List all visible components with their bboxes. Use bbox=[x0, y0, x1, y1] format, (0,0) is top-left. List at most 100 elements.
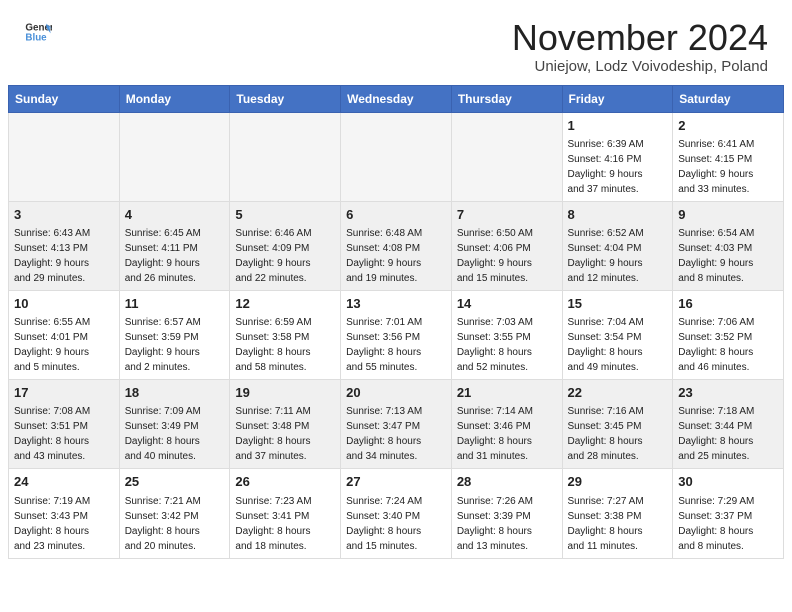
calendar-week-row: 17 Sunrise: 7:08 AM Sunset: 3:51 PM Dayli… bbox=[9, 380, 784, 469]
day-info: Sunrise: 7:03 AM Sunset: 3:55 PM Dayligh… bbox=[457, 317, 533, 373]
calendar-cell: 29 Sunrise: 7:27 AM Sunset: 3:38 PM Dayli… bbox=[562, 469, 673, 558]
calendar-cell: 7Sunrise: 6:50 AM Sunset: 4:06 PM Daylig… bbox=[451, 201, 562, 290]
calendar-cell: 13Sunrise: 7:01 AM Sunset: 3:56 PM Dayli… bbox=[341, 290, 452, 379]
day-info: Sunrise: 7:09 AM Sunset: 3:49 PM Dayligh… bbox=[125, 406, 201, 462]
calendar-cell bbox=[341, 112, 452, 201]
calendar-cell: 21 Sunrise: 7:14 AM Sunset: 3:46 PM Dayli… bbox=[451, 380, 562, 469]
day-info: Sunrise: 7:29 AM Sunset: 3:37 PM Dayligh… bbox=[678, 496, 754, 552]
calendar-cell: 3Sunrise: 6:43 AM Sunset: 4:13 PM Daylig… bbox=[9, 201, 120, 290]
day-number: 25 bbox=[125, 473, 225, 491]
day-number: 8 bbox=[568, 206, 668, 224]
day-number: 18 bbox=[125, 384, 225, 402]
day-info: Sunrise: 6:52 AM Sunset: 4:04 PM Dayligh… bbox=[568, 228, 644, 284]
weekday-header-thursday: Thursday bbox=[451, 85, 562, 112]
day-info: Sunrise: 6:59 AM Sunset: 3:58 PM Dayligh… bbox=[235, 317, 311, 373]
calendar-cell: 5 Sunrise: 6:46 AM Sunset: 4:09 PM Daylig… bbox=[230, 201, 341, 290]
day-info: Sunrise: 7:06 AM Sunset: 3:52 PM Dayligh… bbox=[678, 317, 754, 373]
day-number: 26 bbox=[235, 473, 335, 491]
day-info: Sunrise: 6:41 AM Sunset: 4:15 PM Dayligh… bbox=[678, 139, 754, 195]
day-info: Sunrise: 6:45 AM Sunset: 4:11 PM Dayligh… bbox=[125, 228, 201, 284]
calendar-cell bbox=[451, 112, 562, 201]
day-number: 16 bbox=[678, 295, 778, 313]
location-subtitle: Uniejow, Lodz Voivodeship, Poland bbox=[512, 58, 768, 75]
calendar-cell: 2 Sunrise: 6:41 AM Sunset: 4:15 PM Daylig… bbox=[673, 112, 784, 201]
weekday-header-monday: Monday bbox=[119, 85, 230, 112]
day-info: Sunrise: 7:16 AM Sunset: 3:45 PM Dayligh… bbox=[568, 406, 644, 462]
day-info: Sunrise: 7:01 AM Sunset: 3:56 PM Dayligh… bbox=[346, 317, 422, 373]
day-number: 27 bbox=[346, 473, 446, 491]
day-number: 20 bbox=[346, 384, 446, 402]
day-info: Sunrise: 7:19 AM Sunset: 3:43 PM Dayligh… bbox=[14, 496, 90, 552]
calendar-cell: 30 Sunrise: 7:29 AM Sunset: 3:37 PM Dayli… bbox=[673, 469, 784, 558]
day-info: Sunrise: 7:24 AM Sunset: 3:40 PM Dayligh… bbox=[346, 496, 422, 552]
calendar-cell: 28Sunrise: 7:26 AM Sunset: 3:39 PM Dayli… bbox=[451, 469, 562, 558]
page-header: General Blue November 2024 Uniejow, Lodz… bbox=[0, 0, 792, 85]
svg-text:Blue: Blue bbox=[25, 32, 47, 43]
weekday-header-saturday: Saturday bbox=[673, 85, 784, 112]
calendar-cell: 27 Sunrise: 7:24 AM Sunset: 3:40 PM Dayli… bbox=[341, 469, 452, 558]
calendar-cell: 1Sunrise: 6:39 AM Sunset: 4:16 PM Daylig… bbox=[562, 112, 673, 201]
calendar-cell: 12 Sunrise: 6:59 AM Sunset: 3:58 PM Dayli… bbox=[230, 290, 341, 379]
calendar-cell: 26 Sunrise: 7:23 AM Sunset: 3:41 PM Dayli… bbox=[230, 469, 341, 558]
calendar-cell: 6 Sunrise: 6:48 AM Sunset: 4:08 PM Daylig… bbox=[341, 201, 452, 290]
day-number: 12 bbox=[235, 295, 335, 313]
calendar-cell: 22 Sunrise: 7:16 AM Sunset: 3:45 PM Dayli… bbox=[562, 380, 673, 469]
calendar-week-row: 1Sunrise: 6:39 AM Sunset: 4:16 PM Daylig… bbox=[9, 112, 784, 201]
calendar-cell: 4Sunrise: 6:45 AM Sunset: 4:11 PM Daylig… bbox=[119, 201, 230, 290]
day-info: Sunrise: 7:08 AM Sunset: 3:51 PM Dayligh… bbox=[14, 406, 90, 462]
day-number: 9 bbox=[678, 206, 778, 224]
weekday-header-tuesday: Tuesday bbox=[230, 85, 341, 112]
day-info: Sunrise: 7:04 AM Sunset: 3:54 PM Dayligh… bbox=[568, 317, 644, 373]
day-info: Sunrise: 7:14 AM Sunset: 3:46 PM Dayligh… bbox=[457, 406, 533, 462]
month-title: November 2024 bbox=[512, 18, 768, 58]
calendar-cell bbox=[230, 112, 341, 201]
calendar-cell: 15 Sunrise: 7:04 AM Sunset: 3:54 PM Dayli… bbox=[562, 290, 673, 379]
calendar-cell: 8 Sunrise: 6:52 AM Sunset: 4:04 PM Daylig… bbox=[562, 201, 673, 290]
calendar-cell: 23Sunrise: 7:18 AM Sunset: 3:44 PM Dayli… bbox=[673, 380, 784, 469]
day-number: 7 bbox=[457, 206, 557, 224]
day-number: 29 bbox=[568, 473, 668, 491]
day-info: Sunrise: 7:23 AM Sunset: 3:41 PM Dayligh… bbox=[235, 496, 311, 552]
day-number: 15 bbox=[568, 295, 668, 313]
day-info: Sunrise: 6:57 AM Sunset: 3:59 PM Dayligh… bbox=[125, 317, 201, 373]
calendar-cell: 24Sunrise: 7:19 AM Sunset: 3:43 PM Dayli… bbox=[9, 469, 120, 558]
weekday-header-sunday: Sunday bbox=[9, 85, 120, 112]
day-number: 2 bbox=[678, 117, 778, 135]
calendar-week-row: 10Sunrise: 6:55 AM Sunset: 4:01 PM Dayli… bbox=[9, 290, 784, 379]
day-info: Sunrise: 7:18 AM Sunset: 3:44 PM Dayligh… bbox=[678, 406, 754, 462]
day-info: Sunrise: 7:11 AM Sunset: 3:48 PM Dayligh… bbox=[235, 406, 310, 462]
day-info: Sunrise: 6:46 AM Sunset: 4:09 PM Dayligh… bbox=[235, 228, 311, 284]
calendar-cell bbox=[9, 112, 120, 201]
logo-icon: General Blue bbox=[24, 18, 52, 46]
weekday-header-friday: Friday bbox=[562, 85, 673, 112]
calendar-cell: 11Sunrise: 6:57 AM Sunset: 3:59 PM Dayli… bbox=[119, 290, 230, 379]
day-number: 6 bbox=[346, 206, 446, 224]
day-info: Sunrise: 7:21 AM Sunset: 3:42 PM Dayligh… bbox=[125, 496, 201, 552]
calendar-week-row: 24Sunrise: 7:19 AM Sunset: 3:43 PM Dayli… bbox=[9, 469, 784, 558]
day-number: 21 bbox=[457, 384, 557, 402]
calendar-cell: 10Sunrise: 6:55 AM Sunset: 4:01 PM Dayli… bbox=[9, 290, 120, 379]
calendar-week-row: 3Sunrise: 6:43 AM Sunset: 4:13 PM Daylig… bbox=[9, 201, 784, 290]
calendar-table: SundayMondayTuesdayWednesdayThursdayFrid… bbox=[8, 85, 784, 559]
day-number: 1 bbox=[568, 117, 668, 135]
day-info: Sunrise: 7:27 AM Sunset: 3:38 PM Dayligh… bbox=[568, 496, 644, 552]
day-number: 14 bbox=[457, 295, 557, 313]
calendar-cell: 19Sunrise: 7:11 AM Sunset: 3:48 PM Dayli… bbox=[230, 380, 341, 469]
calendar-cell: 9 Sunrise: 6:54 AM Sunset: 4:03 PM Daylig… bbox=[673, 201, 784, 290]
calendar-cell: 17 Sunrise: 7:08 AM Sunset: 3:51 PM Dayli… bbox=[9, 380, 120, 469]
calendar-cell: 18 Sunrise: 7:09 AM Sunset: 3:49 PM Dayli… bbox=[119, 380, 230, 469]
day-number: 5 bbox=[235, 206, 335, 224]
day-number: 17 bbox=[14, 384, 114, 402]
calendar-wrapper: SundayMondayTuesdayWednesdayThursdayFrid… bbox=[0, 85, 792, 563]
day-info: Sunrise: 6:54 AM Sunset: 4:03 PM Dayligh… bbox=[678, 228, 754, 284]
calendar-cell: 14 Sunrise: 7:03 AM Sunset: 3:55 PM Dayli… bbox=[451, 290, 562, 379]
day-info: Sunrise: 6:48 AM Sunset: 4:08 PM Dayligh… bbox=[346, 228, 422, 284]
day-number: 22 bbox=[568, 384, 668, 402]
title-section: November 2024 Uniejow, Lodz Voivodeship,… bbox=[512, 18, 768, 75]
calendar-header-row: SundayMondayTuesdayWednesdayThursdayFrid… bbox=[9, 85, 784, 112]
calendar-cell: 20 Sunrise: 7:13 AM Sunset: 3:47 PM Dayli… bbox=[341, 380, 452, 469]
day-info: Sunrise: 7:13 AM Sunset: 3:47 PM Dayligh… bbox=[346, 406, 422, 462]
day-number: 30 bbox=[678, 473, 778, 491]
day-info: Sunrise: 6:43 AM Sunset: 4:13 PM Dayligh… bbox=[14, 228, 90, 284]
day-number: 28 bbox=[457, 473, 557, 491]
